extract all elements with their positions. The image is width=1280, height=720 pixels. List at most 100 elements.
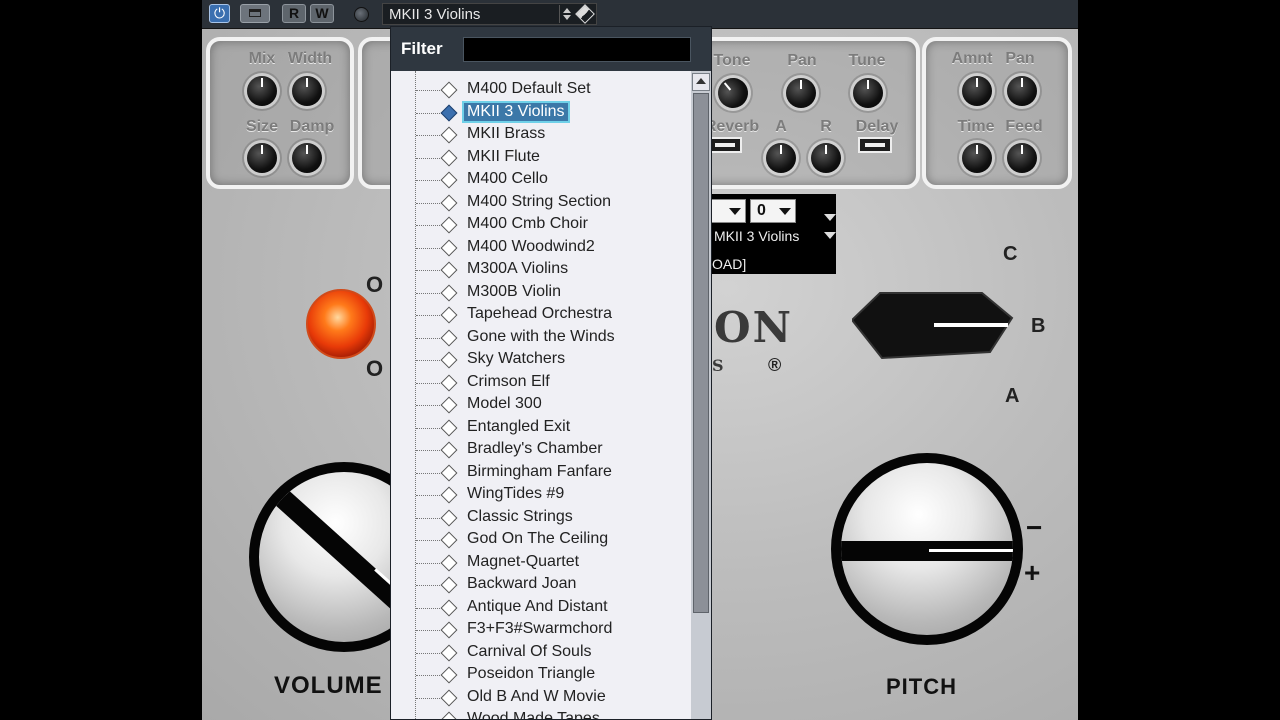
preset-item-label: M400 Cmb Choir — [467, 215, 588, 232]
preset-list-item[interactable]: Magnet-Quartet — [391, 552, 691, 574]
preset-list-item[interactable]: M400 Cmb Choir — [391, 214, 691, 236]
preset-item-label: MKII Flute — [467, 147, 540, 165]
preset-diamond-icon — [440, 104, 458, 121]
preset-item-label: Magnet-Quartet — [467, 552, 580, 570]
preset-item-label: Sky Watchers — [467, 350, 566, 367]
preset-list-item[interactable]: Wood Made Tapes — [391, 709, 691, 719]
preset-diamond-icon — [440, 239, 458, 256]
preset-diamond-icon — [440, 689, 458, 706]
mix-knob[interactable] — [247, 76, 277, 106]
damp-knob[interactable] — [292, 143, 322, 173]
attack-knob[interactable] — [766, 143, 796, 173]
station-selector-knob[interactable] — [850, 290, 1014, 362]
preset-list-item[interactable]: Poseidon Triangle — [391, 664, 691, 686]
preset-list-item[interactable]: WingTides #9 — [391, 484, 691, 506]
preset-list-item[interactable]: Model 300 — [391, 394, 691, 416]
preset-list-item[interactable]: Carnival Of Souls — [391, 642, 691, 664]
dropdown-arrow-icon[interactable] — [824, 214, 836, 221]
time-knob[interactable] — [962, 143, 992, 173]
preset-list-item[interactable]: Backward Joan — [391, 574, 691, 596]
delay-switch[interactable] — [858, 137, 892, 153]
preset-diamond-icon — [440, 554, 458, 571]
tone-panel: Tone Pan Tune Reverb A R Delay — [698, 37, 920, 189]
release-knob[interactable] — [811, 143, 841, 173]
preset-item-label: Model 300 — [467, 395, 542, 412]
list-scrollbar[interactable] — [691, 71, 711, 719]
preset-diamond-icon — [440, 711, 458, 719]
preset-item-label: M400 String Section — [467, 192, 612, 210]
brand-logo: ON — [714, 303, 793, 352]
preset-list-item[interactable]: Gone with the Winds — [391, 327, 691, 349]
preset-list-item[interactable]: Classic Strings — [391, 507, 691, 529]
write-automation-button[interactable]: W — [310, 4, 334, 23]
preset-list-item[interactable]: MKII 3 Violins — [391, 100, 691, 124]
preset-browser-icon[interactable] — [575, 4, 595, 24]
preset-diamond-icon — [440, 149, 458, 166]
preset-list-item[interactable]: M400 Woodwind2 — [391, 237, 691, 259]
preset-list-item[interactable]: Birmingham Fanfare — [391, 462, 691, 484]
reverb-switch[interactable] — [708, 137, 742, 153]
bypass-button[interactable] — [240, 4, 270, 23]
width-knob[interactable] — [292, 76, 322, 106]
pitch-label: PITCH — [886, 674, 957, 699]
preset-diamond-icon — [440, 284, 458, 301]
preset-options-button[interactable] — [354, 7, 369, 22]
power-button[interactable]: ⏻ — [209, 4, 230, 23]
delay-panel: Amnt Pan Time Feed — [922, 37, 1072, 189]
selector-b-label: B — [1031, 315, 1046, 337]
preset-item-label: Antique And Distant — [467, 597, 608, 615]
reverb-panel: Mix Width Size Damp — [206, 37, 354, 189]
sound-info-panel: 0 MKII 3 Violins OAD] — [710, 194, 836, 274]
preset-item-label: Crimson Elf — [467, 372, 550, 390]
preset-list-item[interactable]: M400 Default Set — [391, 79, 691, 101]
load-button[interactable]: OAD] — [712, 256, 746, 272]
filter-bar: Filter — [391, 27, 711, 71]
tone-knob[interactable] — [711, 71, 755, 115]
preset-list: M400 Default Set MKII 3 Violins MKII Brass… — [391, 71, 691, 719]
pitch-knob[interactable] — [831, 453, 1023, 645]
preset-diamond-icon — [440, 599, 458, 616]
size-knob[interactable] — [247, 143, 277, 173]
preset-list-item[interactable]: M300B Violin — [391, 282, 691, 304]
preset-list-item[interactable]: Crimson Elf — [391, 372, 691, 394]
tune-knob[interactable] — [853, 78, 883, 108]
preset-selector[interactable]: MKII 3 Violins — [382, 3, 597, 25]
preset-list-item[interactable]: F3+F3#Swarmchord — [391, 619, 691, 641]
delay-pan-knob[interactable] — [1007, 76, 1037, 106]
preset-diamond-icon — [440, 306, 458, 324]
preset-list-item[interactable]: Sky Watchers — [391, 349, 691, 371]
dropdown-arrow-icon[interactable] — [824, 232, 836, 239]
scroll-thumb[interactable] — [693, 93, 709, 613]
bank-dropdown[interactable] — [710, 199, 746, 223]
preset-list-item[interactable]: MKII Brass — [391, 124, 691, 146]
amount-knob[interactable] — [962, 76, 992, 106]
preset-item-label: F3+F3#Swarmchord — [467, 620, 613, 637]
preset-list-item[interactable]: M300A Violins — [391, 259, 691, 281]
preset-item-label: Old B And W Movie — [467, 687, 606, 705]
preset-diamond-icon — [440, 531, 458, 549]
preset-list-item[interactable]: God On The Ceiling — [391, 529, 691, 551]
pan-knob[interactable] — [786, 78, 816, 108]
preset-list-item[interactable]: Bradley's Chamber — [391, 439, 691, 461]
preset-list-item[interactable]: MKII Flute — [391, 147, 691, 169]
on-switch-label: O — [366, 272, 384, 297]
octave-dropdown[interactable]: 0 — [750, 199, 796, 223]
preset-diamond-icon — [440, 396, 458, 414]
preset-list-item[interactable]: M400 Cello — [391, 169, 691, 191]
power-lamp-icon — [306, 289, 376, 359]
preset-list-item[interactable]: Tapehead Orchestra — [391, 304, 691, 326]
scroll-up-button[interactable] — [692, 73, 710, 91]
preset-list-item[interactable]: Entangled Exit — [391, 417, 691, 439]
sound-name: MKII 3 Violins — [714, 228, 800, 244]
preset-list-item[interactable]: M400 String Section — [391, 192, 691, 214]
filter-input[interactable] — [463, 37, 691, 62]
feed-knob[interactable] — [1007, 143, 1037, 173]
preset-list-item[interactable]: Old B And W Movie — [391, 687, 691, 709]
delay-label: Delay — [855, 118, 899, 135]
preset-diamond-icon — [440, 644, 458, 661]
read-automation-button[interactable]: R — [282, 4, 306, 23]
preset-prev-next-arrows[interactable] — [559, 5, 572, 23]
preset-item-label: Tapehead Orchestra — [467, 305, 612, 322]
preset-item-label: M400 Default Set — [467, 80, 591, 97]
preset-list-item[interactable]: Antique And Distant — [391, 597, 691, 619]
